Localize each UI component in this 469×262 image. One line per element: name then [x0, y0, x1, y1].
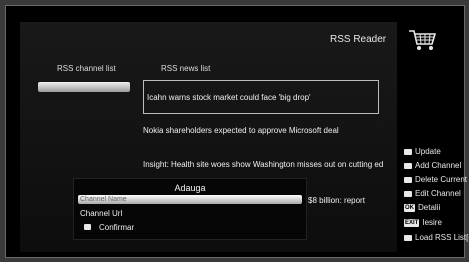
news-item-selected[interactable]: Icahn warns stock market could face 'big…: [143, 80, 379, 114]
news-list-header: RSS news list: [161, 64, 211, 73]
menu-delete-current[interactable]: Delete Current: [404, 175, 467, 184]
channel-name-input[interactable]: Channel Name: [78, 195, 302, 204]
dialog-title: Adauga: [174, 183, 206, 193]
menu-exit[interactable]: EXIT Iesire: [404, 218, 442, 227]
menu-update[interactable]: Update: [404, 147, 441, 156]
shopping-cart-icon: [409, 30, 437, 50]
menu-load-rss-list[interactable]: Load RSS List[s: [404, 233, 469, 242]
confirm-label[interactable]: Confirmar: [99, 223, 134, 232]
exit-key-icon: EXIT: [404, 218, 420, 227]
app-title: RSS Reader: [330, 34, 387, 45]
channel-list-header: RSS channel list: [57, 64, 116, 73]
menu-details[interactable]: OK Detalii: [404, 203, 440, 212]
menu-edit-channel[interactable]: Edit Channel: [404, 189, 461, 198]
add-channel-dialog: Adauga Channel Name Channel Url Confirma…: [73, 178, 307, 240]
confirm-checkbox-icon[interactable]: [84, 224, 91, 230]
news-item[interactable]: $8 billion: report: [308, 196, 365, 205]
ok-key-icon: OK: [404, 203, 415, 212]
channel-list-item-selected[interactable]: [38, 82, 130, 92]
news-item[interactable]: Insight: Health site woes show Washingto…: [143, 160, 383, 169]
square-button-icon: [404, 234, 412, 241]
channel-url-label[interactable]: Channel Url: [80, 209, 122, 218]
menu-add-channel[interactable]: Add Channel: [404, 161, 461, 170]
square-button-icon: [404, 148, 412, 155]
news-item[interactable]: Nokia shareholders expected to approve M…: [143, 126, 339, 135]
square-button-icon: [404, 176, 412, 183]
square-button-icon: [404, 190, 412, 197]
square-button-icon: [404, 162, 412, 169]
